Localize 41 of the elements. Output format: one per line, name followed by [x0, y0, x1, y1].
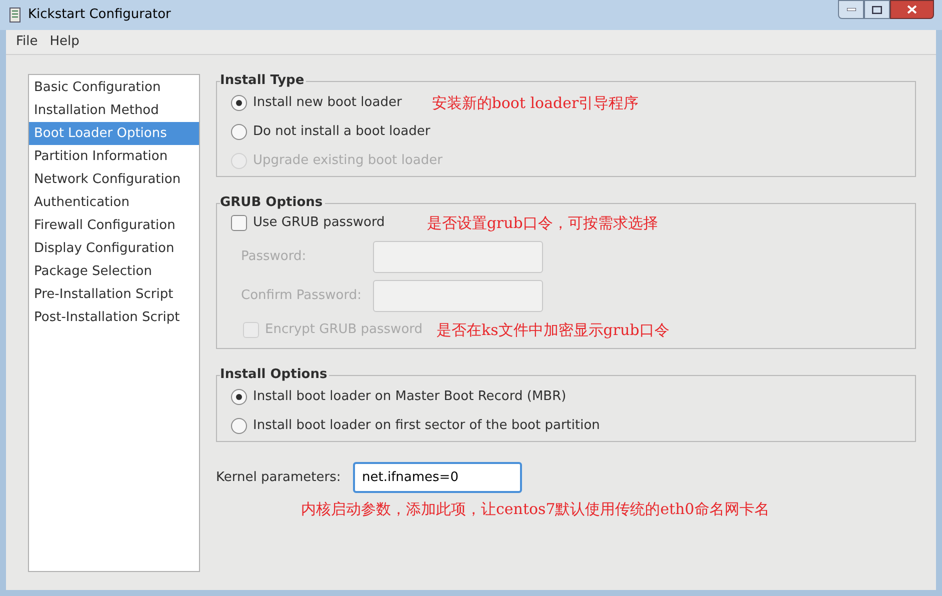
- radio-label[interactable]: Do not install a boot loader: [253, 122, 430, 142]
- radio-label[interactable]: Install new boot loader: [253, 92, 402, 112]
- close-icon: [907, 5, 917, 14]
- section-list-item[interactable]: Display Configuration: [29, 237, 199, 260]
- group-title: GRUB Options: [220, 196, 325, 210]
- section-list-item[interactable]: Basic Configuration: [29, 76, 199, 99]
- group-title: Install Type: [220, 74, 306, 88]
- annotation-note: 是否设置grub口令，可按需求选择: [426, 214, 658, 232]
- checkbox-label[interactable]: Use GRUB password: [253, 213, 385, 233]
- checkbox[interactable]: [231, 215, 247, 231]
- section-list-item[interactable]: Post-Installation Script: [29, 306, 199, 329]
- maximize-icon: [872, 6, 882, 14]
- radio-button[interactable]: [231, 94, 247, 110]
- maximize-button[interactable]: [864, 0, 890, 19]
- kernel-parameters-field[interactable]: net.ifnames=0: [353, 462, 522, 493]
- section-list-item[interactable]: Package Selection: [29, 260, 199, 283]
- kernel-label: Kernel parameters:: [216, 468, 342, 487]
- radio-label[interactable]: Install boot loader on first sector of the boot partition: [253, 416, 600, 436]
- section-list-item[interactable]: Installation Method: [29, 99, 199, 122]
- menu-item[interactable]: Help: [46, 32, 84, 52]
- field-label: Password:: [241, 248, 308, 266]
- field-label: Confirm Password:: [241, 287, 362, 306]
- app-icon: [8, 7, 22, 23]
- radio-button[interactable]: [231, 388, 247, 404]
- window-title: Kickstart Configurator: [28, 6, 171, 24]
- minimize-icon: [846, 8, 856, 11]
- group-title: Install Options: [220, 368, 330, 382]
- section-list-item[interactable]: Partition Information: [29, 145, 199, 168]
- section-list-item[interactable]: Network Configuration: [29, 168, 199, 191]
- annotation-note: 内核启动参数，添加此项，让centos7默认使用传统的eth0命名网卡名: [301, 500, 770, 518]
- minimize-button[interactable]: [838, 0, 864, 19]
- section-list-item[interactable]: Pre-Installation Script: [29, 283, 199, 306]
- annotation-note: 是否在ks文件中加密显示grub口令: [436, 321, 670, 339]
- annotation-note: 安装新的boot loader引导程序: [432, 94, 639, 112]
- section-list-item[interactable]: Firewall Configuration: [29, 214, 199, 237]
- close-button[interactable]: [890, 0, 934, 19]
- radio-label[interactable]: Install boot loader on Master Boot Record (MBR): [253, 386, 566, 406]
- radio-button[interactable]: [231, 418, 247, 434]
- section-list-item[interactable]: Authentication: [29, 191, 199, 214]
- menu-item[interactable]: File: [12, 32, 42, 52]
- radio-button[interactable]: [231, 124, 247, 140]
